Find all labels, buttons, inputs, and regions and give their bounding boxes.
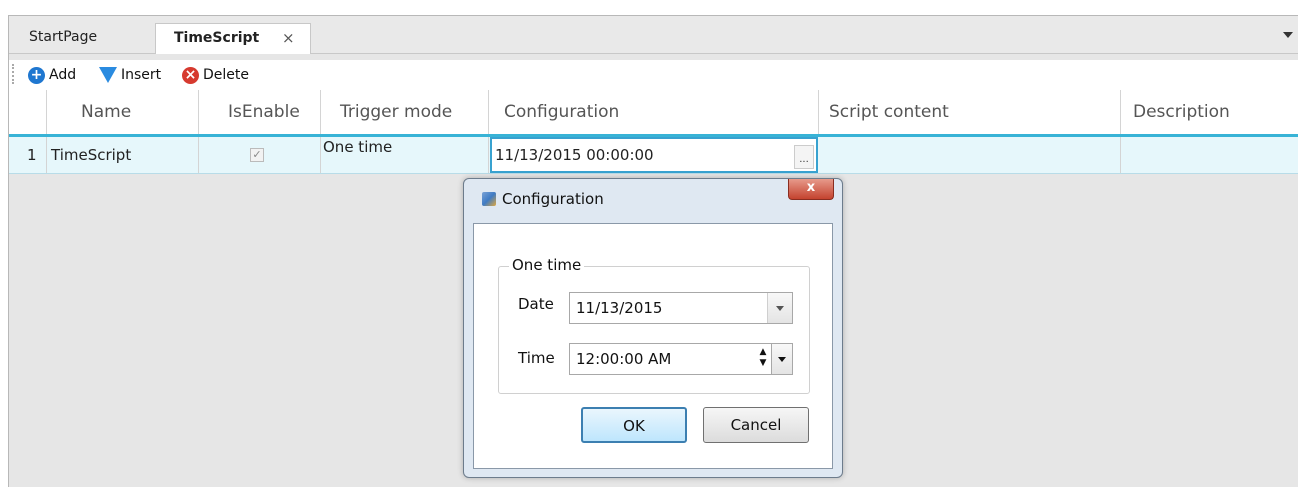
app-icon [482,192,496,206]
column-header-trigger-mode[interactable]: Trigger mode [321,90,489,134]
table-header: Name IsEnable Trigger mode Configuration… [9,90,1298,137]
date-picker[interactable]: 11/13/2015 [569,292,793,324]
toolbar: + Add Insert × Delete [9,60,1298,90]
row-index: 1 [9,137,47,173]
dialog-title-bar[interactable]: Configuration [482,190,604,208]
date-label: Date [518,295,554,313]
column-header-script-content[interactable]: Script content [819,90,1121,134]
one-time-group: One time Date 11/13/2015 Time 12:00:00 A… [498,256,810,394]
insert-button[interactable]: Insert [99,64,161,86]
tab-startpage[interactable]: StartPage [25,23,145,53]
time-value: 12:00:00 AM [576,350,672,368]
configuration-cell[interactable]: 11/13/2015 00:00:00 ... [490,137,818,173]
insert-arrow-icon [99,67,117,83]
configuration-value: 11/13/2015 00:00:00 [495,146,654,164]
configuration-dialog: Configuration x One time Date 11/13/2015… [463,178,843,478]
column-header-isenable[interactable]: IsEnable [199,90,321,134]
column-header-name[interactable]: Name [47,90,199,134]
toolbar-grip[interactable] [12,64,16,84]
tab-label: TimeScript [174,30,260,46]
trigger-mode-cell[interactable]: One time [321,137,489,173]
tab-label: StartPage [29,29,98,45]
tab-timescript[interactable]: TimeScript × [155,23,311,54]
configuration-edit-button[interactable]: ... [794,145,814,169]
column-header-description[interactable]: Description [1121,90,1298,134]
isenable-checkbox[interactable]: ✓ [250,148,264,162]
group-label: One time [509,256,585,274]
row-number-header [9,90,47,134]
add-label: Add [49,67,77,83]
date-dropdown-icon[interactable] [767,293,792,323]
tab-close-icon[interactable]: × [282,24,295,52]
delete-label: Delete [203,67,249,83]
time-spinner-icon[interactable]: ▲ ▼ [756,347,770,371]
column-header-configuration[interactable]: Configuration [489,90,819,134]
isenable-cell: ✓ [199,137,321,173]
script-content-cell[interactable] [819,137,1121,173]
add-button[interactable]: + Add [28,64,76,86]
time-picker[interactable]: 12:00:00 AM ▲ ▼ [569,343,793,375]
x-circle-icon: × [182,66,199,84]
insert-label: Insert [121,67,162,83]
close-button[interactable]: x [788,179,834,200]
plus-circle-icon: + [28,66,45,84]
dialog-body: One time Date 11/13/2015 Time 12:00:00 A… [473,223,833,469]
tab-list-dropdown-icon[interactable] [1283,32,1293,38]
ok-button[interactable]: OK [581,407,687,443]
name-cell[interactable]: TimeScript [47,137,199,173]
tab-bar: StartPage TimeScript × [9,16,1298,54]
time-dropdown-icon[interactable] [771,344,792,374]
description-cell[interactable] [1121,137,1298,173]
delete-button[interactable]: × Delete [182,64,249,86]
date-value: 11/13/2015 [576,299,663,317]
dialog-title: Configuration [502,190,604,208]
time-label: Time [518,349,555,367]
cancel-button[interactable]: Cancel [703,407,809,443]
